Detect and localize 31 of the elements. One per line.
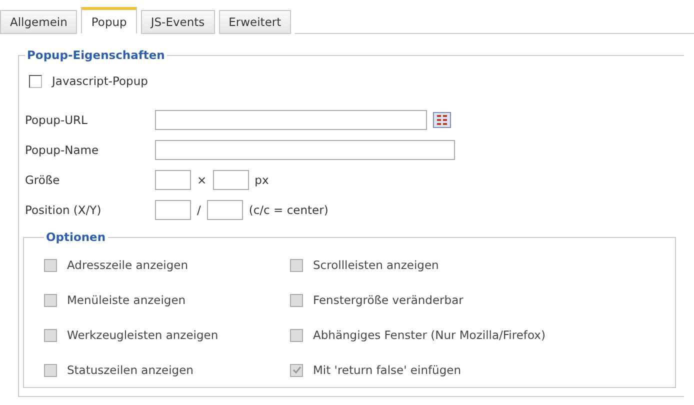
tab[interactable]: Allgemein (0, 10, 78, 34)
checkbox-label: Abhängiges Fenster (Nur Mozilla/Firefox) (313, 328, 546, 342)
checkbox-label: Mit 'return false' einfügen (313, 363, 461, 377)
name-field[interactable] (155, 140, 455, 160)
tab[interactable]: Erweitert (218, 10, 292, 34)
height-field[interactable] (212, 170, 249, 190)
url-field[interactable] (155, 110, 427, 130)
field-label: Popup-Name (25, 143, 100, 157)
separator: × (197, 173, 207, 187)
hint-text: (c/c = center) (248, 203, 328, 217)
separator: / (197, 203, 201, 217)
field-label: Position (X/Y) (25, 203, 102, 217)
checkbox-label: Fenstergröße veränderbar (313, 293, 464, 307)
checkbox-label: Statuszeilen anzeigen (67, 363, 194, 377)
section-legend: Popup-Eigenschaften (25, 48, 167, 62)
unit-label: px (254, 173, 269, 187)
field-label: Popup-URL (25, 113, 88, 127)
field-label: Größe (25, 173, 61, 187)
section-legend: Optionen (44, 230, 108, 244)
width-field[interactable] (155, 170, 191, 190)
checkbox-label: Javascript-Popup (52, 74, 148, 88)
link-picker-icon[interactable] (433, 112, 451, 128)
checkbox[interactable] (29, 74, 42, 88)
checkbox-label: Werkzeugleisten anzeigen (67, 328, 218, 342)
checkbox-label: Scrollleisten anzeigen (313, 258, 439, 272)
tab[interactable]: Popup (81, 7, 137, 34)
checkbox-label: Adresszeile anzeigen (67, 258, 188, 272)
checkbox-label: Menüleiste anzeigen (67, 293, 186, 307)
tab[interactable]: JS-Events (140, 10, 215, 34)
x-field[interactable] (155, 200, 191, 220)
y-field[interactable] (206, 200, 243, 220)
